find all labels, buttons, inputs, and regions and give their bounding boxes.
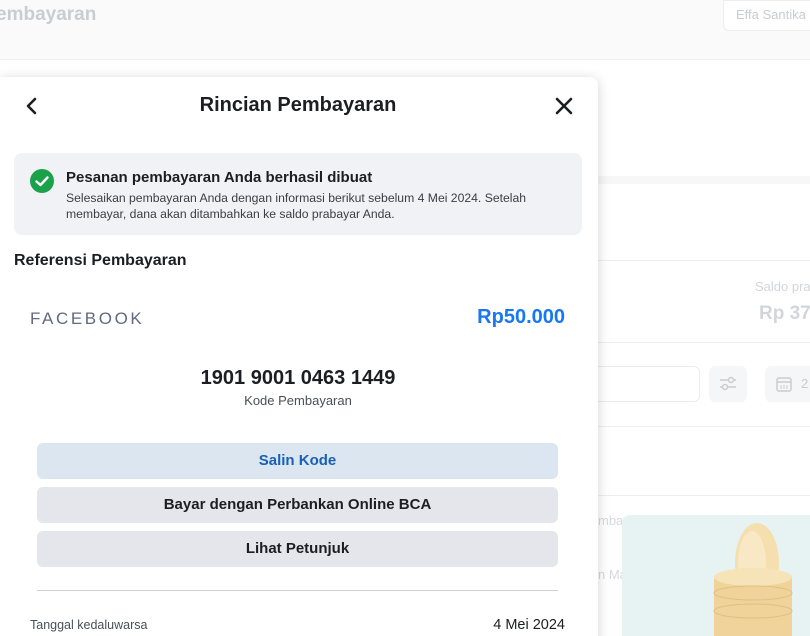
payment-details-modal: Rincian Pembayaran Pesanan pembayaran An… [0,77,598,636]
background-search-input[interactable] [598,366,700,402]
background-divider [598,426,810,427]
background-topbar: embayaran Effa Santika [0,0,810,60]
sliders-icon [720,376,736,391]
pay-bca-online-button[interactable]: Bayar dengan Perbankan Online BCA [37,487,558,523]
expiry-label: Tanggal kedaluwarsa [30,618,148,632]
notice-body: Selesaikan pembayaran Anda dengan inform… [66,191,527,221]
view-instructions-button[interactable]: Lihat Petunjuk [37,531,558,567]
section-title: Referensi Pembayaran [14,252,187,269]
background-divider [598,495,810,496]
coins-icon [713,523,793,636]
merchant-name: FACEBOOK [30,309,145,328]
background-divider [598,342,810,343]
divider [37,590,558,591]
calendar-icon [776,377,792,392]
background-saldo-value: Rp 37 [759,303,810,324]
payment-code-label: Kode Pembayaran [244,393,352,408]
copy-code-button[interactable]: Salin Kode [37,443,558,479]
date-range-button[interactable]: 2 [765,366,810,402]
date-range-text: 2 [801,376,809,391]
modal-title: Rincian Pembayaran [199,94,397,116]
payment-amount: Rp50.000 [477,306,565,328]
account-switcher[interactable]: Effa Santika [723,0,810,31]
coins-illustration [622,515,810,636]
filter-button[interactable] [709,366,747,402]
background-saldo-label: Saldo pra [755,279,810,294]
background-page-title: embayaran [0,4,97,25]
notice-title: Pesanan pembayaran Anda berhasil dibuat [66,169,373,186]
close-button[interactable] [552,94,576,118]
background-divider [598,260,810,261]
success-notice: Pesanan pembayaran Anda berhasil dibuat … [14,153,582,235]
payment-code: 1901 9001 0463 1449 [200,367,396,389]
modal-header: Rincian Pembayaran [0,77,598,135]
close-icon [555,97,573,115]
check-circle-icon [30,169,54,193]
expiry-date: 4 Mei 2024 [493,617,565,633]
